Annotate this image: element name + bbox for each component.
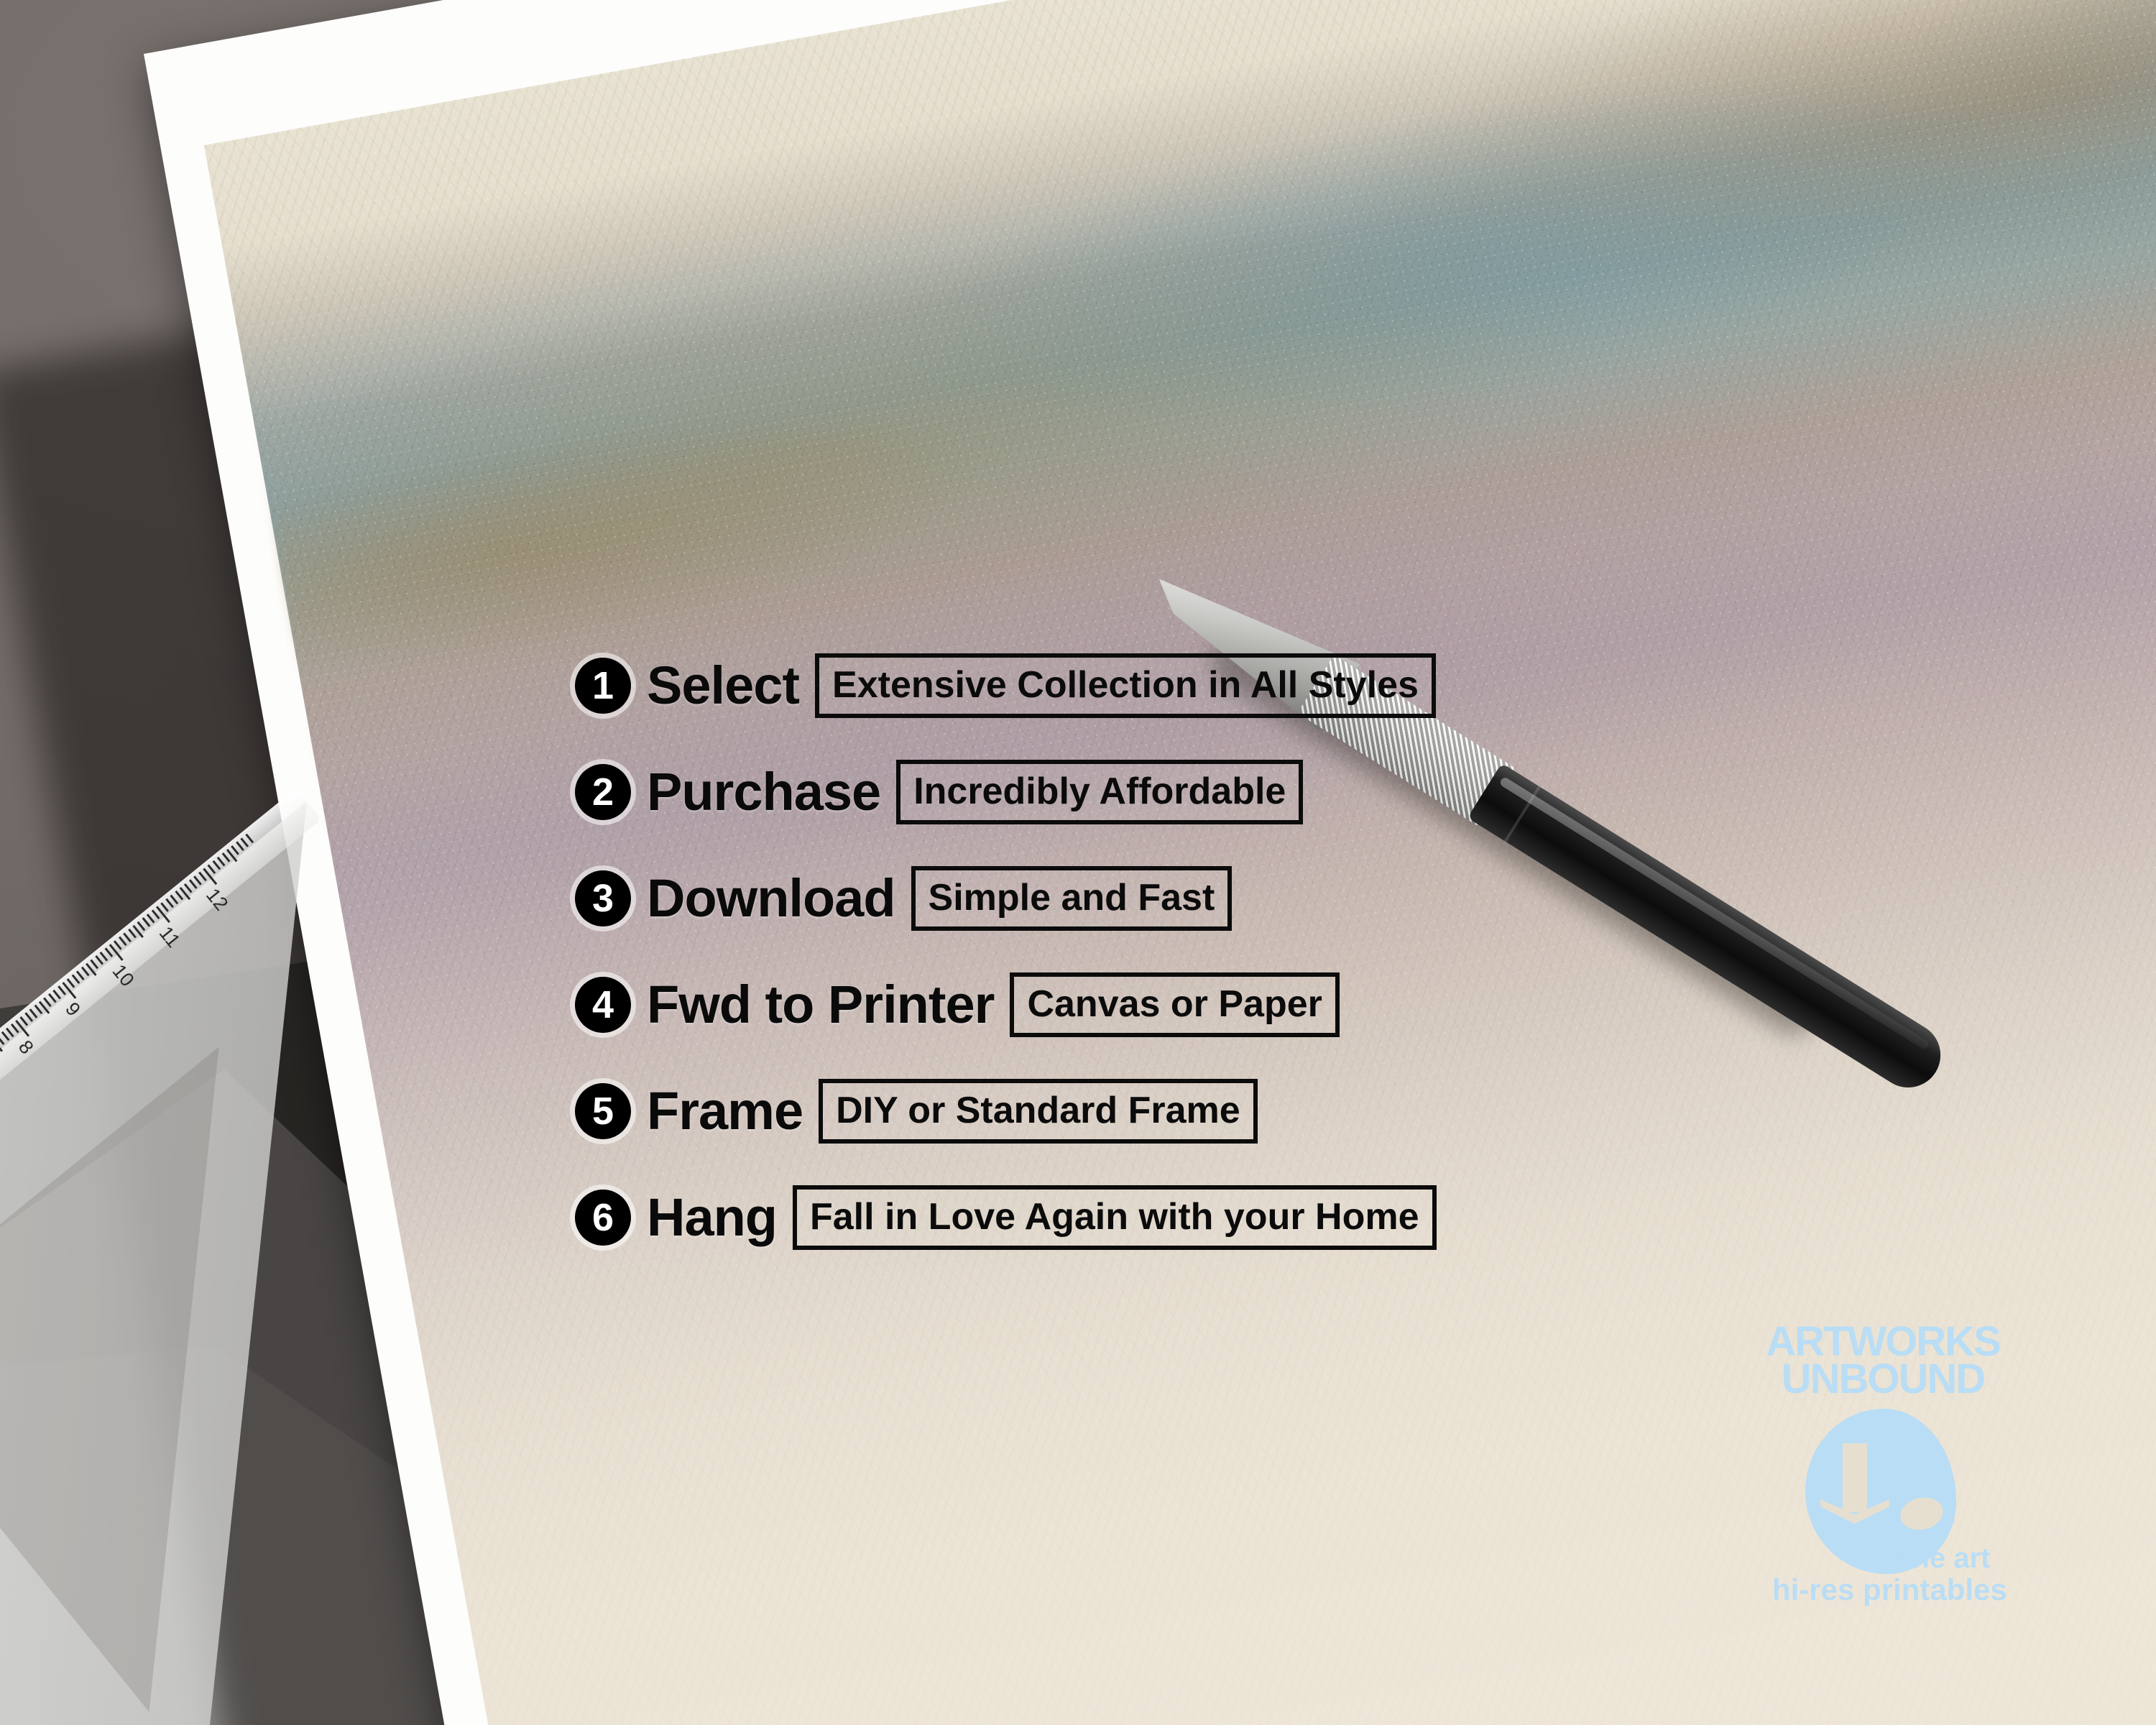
step-verb: Hang — [647, 1187, 778, 1247]
step-row: 1 Select Extensive Collection in All Style… — [575, 632, 1653, 739]
steps-list: 1 Select Extensive Collection in All Style… — [575, 632, 1653, 1271]
step-tagline-box: Simple and Fast — [911, 866, 1233, 931]
step-row: 3 Download Simple and Fast — [575, 845, 1653, 952]
step-verb: Fwd to Printer — [647, 975, 995, 1034]
step-tagline-box: Extensive Collection in All Styles — [815, 653, 1436, 718]
step-verb: Purchase — [647, 762, 881, 822]
step-verb: Frame — [647, 1081, 803, 1141]
step-verb: Download — [647, 868, 896, 928]
step-row: 6 Hang Fall in Love Again with your Home — [575, 1164, 1653, 1271]
step-verb: Select — [647, 656, 800, 715]
step-tagline-box: DIY or Standard Frame — [819, 1079, 1258, 1144]
step-number-badge: 1 — [575, 658, 631, 714]
step-number-badge: 6 — [575, 1190, 631, 1246]
poster-canvas: 0123456789101112 1SelectExtensive Collec… — [0, 0, 2156, 1725]
step-row: 4 Fwd to Printer Canvas or Paper — [575, 952, 1653, 1058]
step-number-badge: 2 — [575, 764, 631, 820]
step-number-badge: 4 — [575, 977, 631, 1033]
step-number-badge: 3 — [575, 870, 631, 926]
step-tagline-box: Canvas or Paper — [1010, 972, 1340, 1037]
step-row: 2 Purchase Incredibly Affordable — [575, 739, 1653, 845]
step-number-badge: 5 — [575, 1083, 631, 1139]
step-tagline-box: Fall in Love Again with your Home — [793, 1185, 1437, 1250]
step-row: 5 Frame DIY or Standard Frame — [575, 1058, 1653, 1164]
step-tagline-box: Incredibly Affordable — [896, 760, 1304, 824]
